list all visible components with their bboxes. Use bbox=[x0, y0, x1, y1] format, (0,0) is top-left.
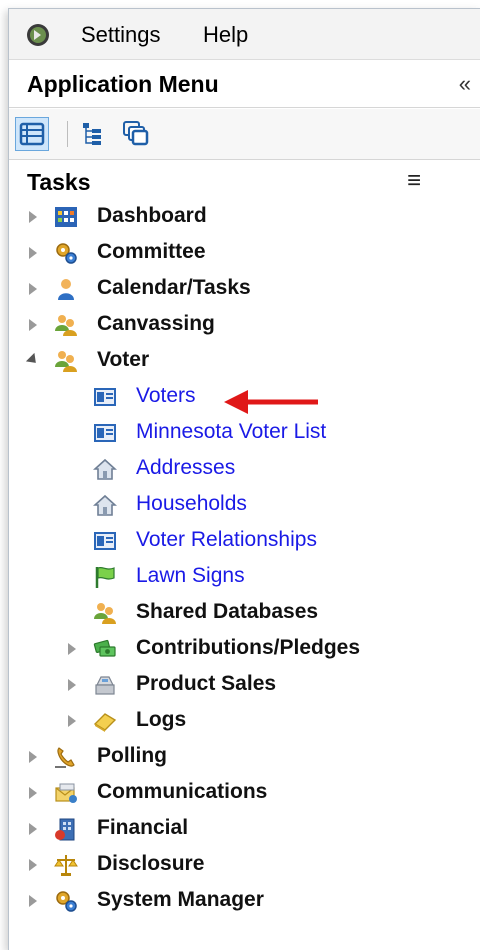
tree-item-label: Polling bbox=[97, 744, 167, 767]
tree-item-label: Product Sales bbox=[136, 672, 277, 695]
scales-icon bbox=[54, 855, 78, 876]
expand-arrow-icon[interactable] bbox=[29, 247, 37, 259]
tree-item-label: Committee bbox=[97, 240, 206, 263]
eraser-icon bbox=[93, 713, 117, 732]
register-icon bbox=[95, 676, 115, 695]
list-view-icon bbox=[19, 122, 45, 146]
building-icon bbox=[55, 818, 75, 841]
windows-view-icon bbox=[123, 121, 149, 146]
expand-arrow-icon[interactable] bbox=[68, 643, 76, 655]
tree-link-label[interactable]: Addresses bbox=[136, 456, 235, 480]
application-window: Settings Help Application Menu « Tasks ≡… bbox=[8, 8, 480, 950]
people-icon bbox=[94, 603, 116, 624]
id-card-icon bbox=[94, 424, 116, 442]
expand-arrow-icon[interactable] bbox=[29, 895, 37, 907]
people-icon bbox=[55, 351, 77, 372]
panel-title: Application Menu bbox=[27, 71, 219, 97]
expand-arrow-icon[interactable] bbox=[29, 211, 37, 223]
expand-arrow-icon[interactable] bbox=[68, 715, 76, 727]
collapse-arrow-icon[interactable] bbox=[25, 352, 41, 368]
house-icon bbox=[93, 494, 117, 516]
menu-help[interactable]: Help bbox=[203, 22, 248, 48]
menu-settings[interactable]: Settings bbox=[81, 22, 161, 48]
id-card-icon bbox=[94, 388, 116, 406]
gears-icon bbox=[56, 243, 77, 264]
tree-link-label[interactable]: Minnesota Voter List bbox=[136, 420, 326, 444]
id-card-icon bbox=[94, 532, 116, 550]
expand-arrow-icon[interactable] bbox=[29, 859, 37, 871]
tree-item-label: Financial bbox=[97, 816, 189, 839]
people-icon bbox=[55, 315, 77, 336]
expand-arrow-icon[interactable] bbox=[29, 319, 37, 331]
tree-item-label: Voter bbox=[97, 348, 150, 371]
tasks-menu-button[interactable]: ≡ bbox=[407, 167, 421, 195]
tree-link-label[interactable]: Lawn Signs bbox=[136, 564, 245, 588]
tree-item-label: Dashboard bbox=[97, 204, 207, 227]
view-toolbar bbox=[9, 109, 480, 160]
tasks-section-header: Tasks ≡ bbox=[9, 161, 480, 201]
tree-item-label: System Manager bbox=[97, 888, 264, 911]
tree-item-label: Shared Databases bbox=[136, 600, 319, 623]
mail-icon bbox=[55, 783, 77, 803]
flag-icon bbox=[95, 566, 115, 588]
expand-arrow-icon[interactable] bbox=[29, 283, 37, 295]
phone-icon bbox=[55, 747, 75, 768]
person-icon bbox=[58, 279, 74, 300]
app-logo-icon[interactable] bbox=[26, 23, 50, 47]
menu-bar: Settings Help bbox=[9, 9, 480, 60]
tree-item-label: Calendar/Tasks bbox=[97, 276, 251, 299]
tree-item-label: Disclosure bbox=[97, 852, 205, 875]
toolbar-separator bbox=[67, 121, 68, 147]
tree-item-label: Contributions/Pledges bbox=[136, 636, 361, 659]
gears-icon bbox=[56, 891, 77, 912]
tree-item-label: Canvassing bbox=[97, 312, 215, 335]
money-icon bbox=[93, 639, 116, 657]
expand-arrow-icon[interactable] bbox=[68, 679, 76, 691]
windows-view-button[interactable] bbox=[119, 117, 153, 151]
tree-view-icon bbox=[83, 123, 101, 145]
tasks-title: Tasks bbox=[27, 169, 91, 195]
expand-arrow-icon[interactable] bbox=[29, 787, 37, 799]
panel-header: Application Menu « bbox=[9, 61, 480, 108]
tree-link-label[interactable]: Voters bbox=[136, 384, 196, 408]
list-view-button[interactable] bbox=[15, 117, 49, 151]
annotation-arrow-icon bbox=[224, 390, 318, 414]
tree-link-label[interactable]: Households bbox=[136, 492, 247, 516]
tree-item-label: Logs bbox=[136, 708, 187, 731]
dashboard-icon bbox=[55, 207, 77, 227]
tree-item-label: Communications bbox=[97, 780, 268, 803]
house-icon bbox=[93, 458, 117, 480]
tree-view-button[interactable] bbox=[77, 117, 111, 151]
expand-arrow-icon[interactable] bbox=[29, 823, 37, 835]
expand-arrow-icon[interactable] bbox=[29, 751, 37, 763]
collapse-panel-button[interactable]: « bbox=[459, 71, 471, 97]
tree-link-label[interactable]: Voter Relationships bbox=[136, 528, 317, 552]
